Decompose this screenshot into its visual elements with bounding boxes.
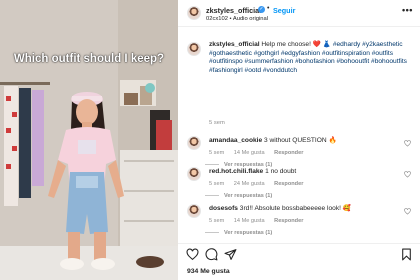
comment-text-block: red.hot.chili.flake 1 no doubt xyxy=(209,168,399,177)
caption-time: 5 sem xyxy=(209,120,225,126)
post-action-bar xyxy=(178,243,420,267)
comment-meta: 5 sem 24 Me gusta Responder xyxy=(209,181,311,187)
likes-count[interactable]: 934 Me gusta xyxy=(187,268,230,275)
comment-text-block: dosesofs 3rd!! Absolute bossbabeeeee loo… xyxy=(209,205,399,214)
caption-author-avatar[interactable] xyxy=(187,42,201,56)
share-icon[interactable] xyxy=(224,248,237,261)
reply-button[interactable]: Responder xyxy=(274,150,303,156)
caption-text-block: zkstyles_official Help me choose! ❤️ 👗 #… xyxy=(209,41,414,75)
post-panel: zkstyles_official ✓ • Seguir 02cx102 • A… xyxy=(178,0,420,280)
comment-time: 5 sem xyxy=(209,181,225,187)
comment-likes[interactable]: 24 Me gusta xyxy=(234,181,265,187)
video-frame xyxy=(0,0,178,280)
comment-like-heart-icon[interactable] xyxy=(404,208,411,215)
heart-icon[interactable] xyxy=(186,248,199,261)
comment-item: red.hot.chili.flake 1 no doubt 5 sem 24 … xyxy=(178,165,420,205)
comment-icon[interactable] xyxy=(205,248,218,261)
bookmark-icon[interactable] xyxy=(400,248,413,261)
comment-likes[interactable]: 14 Me gusta xyxy=(234,218,265,224)
comment-like-heart-icon[interactable] xyxy=(404,140,411,147)
follow-button[interactable]: Seguir xyxy=(273,6,295,15)
commenter-avatar[interactable] xyxy=(187,167,201,181)
comment-text: 1 no doubt xyxy=(265,168,297,175)
commenter-avatar[interactable] xyxy=(187,136,201,150)
comment-like-heart-icon[interactable] xyxy=(404,171,411,178)
comment-username[interactable]: red.hot.chili.flake xyxy=(209,168,263,175)
more-options-icon[interactable]: ••• xyxy=(402,5,413,15)
author-avatar[interactable] xyxy=(187,6,201,20)
video-overlay-caption: Which outfit should I keep? xyxy=(13,53,165,65)
caption-username[interactable]: zkstyles_official xyxy=(209,41,260,48)
comment-likes[interactable]: 14 Me gusta xyxy=(234,150,265,156)
comment-text-block: amandaa_cookie 3 without QUESTION 🔥 xyxy=(209,137,399,146)
comment-time: 5 sem xyxy=(209,218,225,224)
video-player[interactable]: Which outfit should I keep? xyxy=(0,0,178,280)
verified-badge-icon: ✓ xyxy=(258,6,265,13)
caption-text: Help me choose! ❤️ 👗 xyxy=(261,41,331,48)
post-header: zkstyles_official ✓ • Seguir 02cx102 • A… xyxy=(178,0,420,27)
comment-meta: 5 sem 14 Me gusta Responder xyxy=(209,218,311,224)
comment-username[interactable]: amandaa_cookie xyxy=(209,137,262,144)
commenter-avatar[interactable] xyxy=(187,204,201,218)
view-replies-button[interactable]: Ver respuestas (1) xyxy=(224,193,272,199)
comment-text: 3 without QUESTION 🔥 xyxy=(264,137,337,144)
view-replies-button[interactable]: Ver respuestas (1) xyxy=(224,230,272,236)
comment-time: 5 sem xyxy=(209,150,225,156)
comment-username[interactable]: dosesofs xyxy=(209,205,238,212)
comment-item: dosesofs 3rd!! Absolute bossbabeeeee loo… xyxy=(178,202,420,242)
comment-meta: 5 sem 14 Me gusta Responder xyxy=(209,150,311,156)
comment-text: 3rd!! Absolute bossbabeeeee look! 🥰 xyxy=(239,205,352,212)
reply-button[interactable]: Responder xyxy=(274,181,303,187)
audio-subtitle[interactable]: 02cx102 • Audio original xyxy=(206,16,268,22)
reply-button[interactable]: Responder xyxy=(274,218,303,224)
header-separator: • xyxy=(267,5,270,12)
author-username[interactable]: zkstyles_official xyxy=(206,6,261,15)
